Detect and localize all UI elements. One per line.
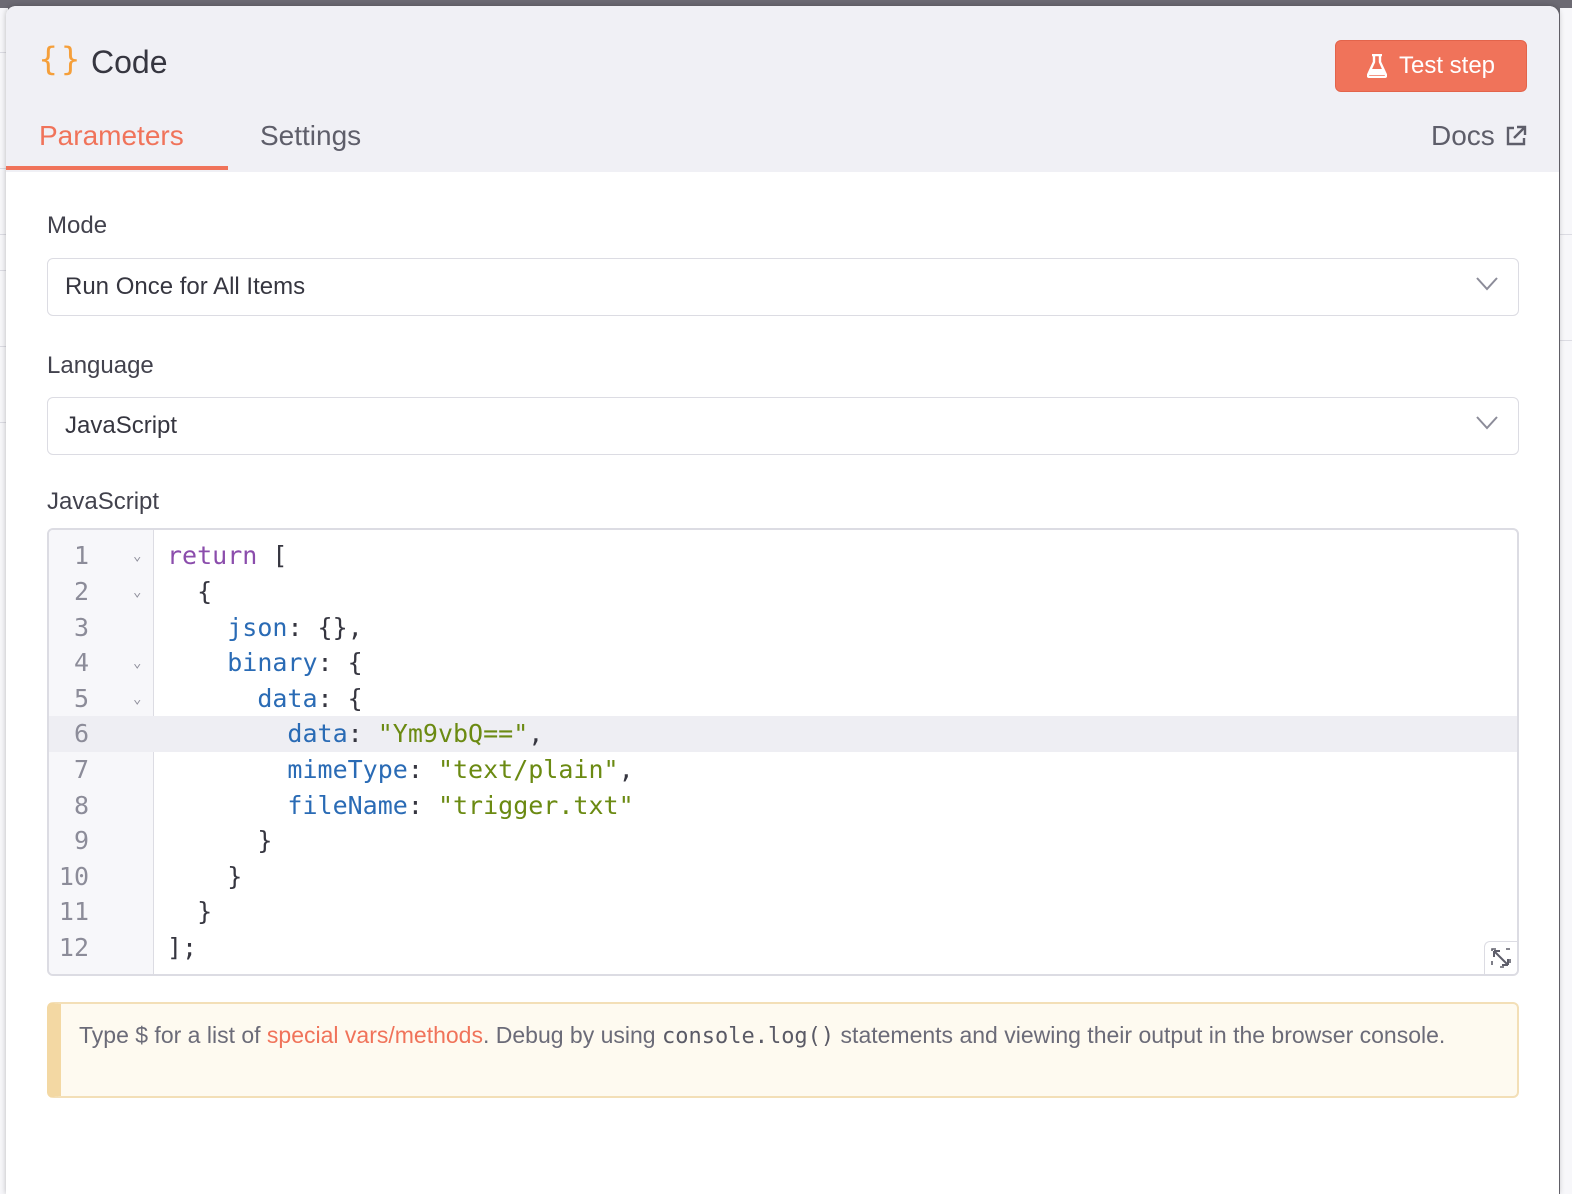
line-number: 1 (73, 541, 89, 570)
line-number: 10 (58, 862, 89, 891)
code-line[interactable]: 4 ⌄ binary: { (49, 645, 1517, 681)
expand-icon (1491, 948, 1511, 968)
line-number: 7 (73, 755, 89, 784)
flask-icon (1366, 54, 1387, 78)
node-title[interactable]: Code (91, 44, 168, 81)
code-editor[interactable]: 1 ⌄ return [ 2 ⌄ { 3 json: {}, 4 ⌄ binar… (47, 528, 1519, 976)
docs-label: Docs (1431, 120, 1495, 151)
special-vars-link[interactable]: special vars/methods (267, 1022, 483, 1048)
line-number: 8 (73, 791, 89, 820)
code-line[interactable]: 3 json: {}, (49, 610, 1517, 646)
active-tab-indicator (6, 166, 228, 170)
expand-editor-button[interactable] (1484, 941, 1517, 974)
tab-parameters[interactable]: Parameters (39, 120, 184, 152)
mode-label: Mode (47, 212, 108, 239)
code-hint-notice: Type $ for a list of special vars/method… (47, 1002, 1519, 1098)
language-value: JavaScript (65, 412, 178, 439)
code-line[interactable]: 7 mimeType: "text/plain", (49, 752, 1517, 788)
code-line[interactable]: 10 } (49, 859, 1517, 895)
line-number: 5 (73, 684, 89, 713)
tab-bar: Parameters Settings Docs (6, 106, 1559, 172)
curly-braces-icon: {} (38, 40, 83, 78)
code-line[interactable]: 8 fileName: "trigger.txt" (49, 788, 1517, 824)
line-number: 6 (73, 719, 89, 748)
code-editor-label: JavaScript (47, 488, 160, 515)
code-line-active[interactable]: 6 data: "Ym9vbQ==", (49, 716, 1517, 752)
fold-chevron-icon[interactable]: ⌄ (133, 681, 147, 717)
fold-chevron-icon[interactable]: ⌄ (133, 574, 147, 610)
chevron-down-icon (1476, 277, 1498, 291)
node-details-panel: {} Code Test step Parameters Settings Do… (6, 6, 1559, 1194)
code-line[interactable]: 2 ⌄ { (49, 574, 1517, 610)
code-line[interactable]: 11 } (49, 894, 1517, 930)
line-number: 12 (58, 933, 89, 962)
code-line[interactable]: 5 ⌄ data: { (49, 681, 1517, 717)
console-log-code: console.log() (661, 1024, 835, 1049)
code-line[interactable]: 12 ]; (49, 930, 1517, 966)
test-step-label: Test step (1398, 52, 1496, 79)
line-number: 11 (58, 897, 89, 926)
line-number: 9 (73, 826, 89, 855)
parameters-content: Mode Run Once for All Items Language Jav… (6, 172, 1559, 1194)
chevron-down-icon (1476, 416, 1498, 430)
language-label: Language (47, 352, 154, 379)
mode-value: Run Once for All Items (65, 273, 306, 300)
language-select[interactable]: JavaScript (47, 397, 1519, 455)
test-step-button[interactable]: Test step (1335, 40, 1527, 92)
code-line[interactable]: 1 ⌄ return [ (49, 538, 1517, 574)
line-number: 2 (73, 577, 89, 606)
line-number: 3 (73, 613, 89, 642)
panel-header: {} Code Test step Parameters Settings Do… (6, 6, 1559, 172)
code-line[interactable]: 9 } (49, 823, 1517, 859)
line-number: 4 (73, 648, 89, 677)
fold-chevron-icon[interactable]: ⌄ (133, 538, 147, 574)
background-canvas-right (1560, 8, 1572, 1194)
external-link-icon (1506, 125, 1526, 146)
mode-select[interactable]: Run Once for All Items (47, 258, 1519, 316)
fold-chevron-icon[interactable]: ⌄ (133, 645, 147, 681)
tab-settings[interactable]: Settings (260, 120, 361, 152)
docs-link[interactable]: Docs (1431, 120, 1527, 152)
